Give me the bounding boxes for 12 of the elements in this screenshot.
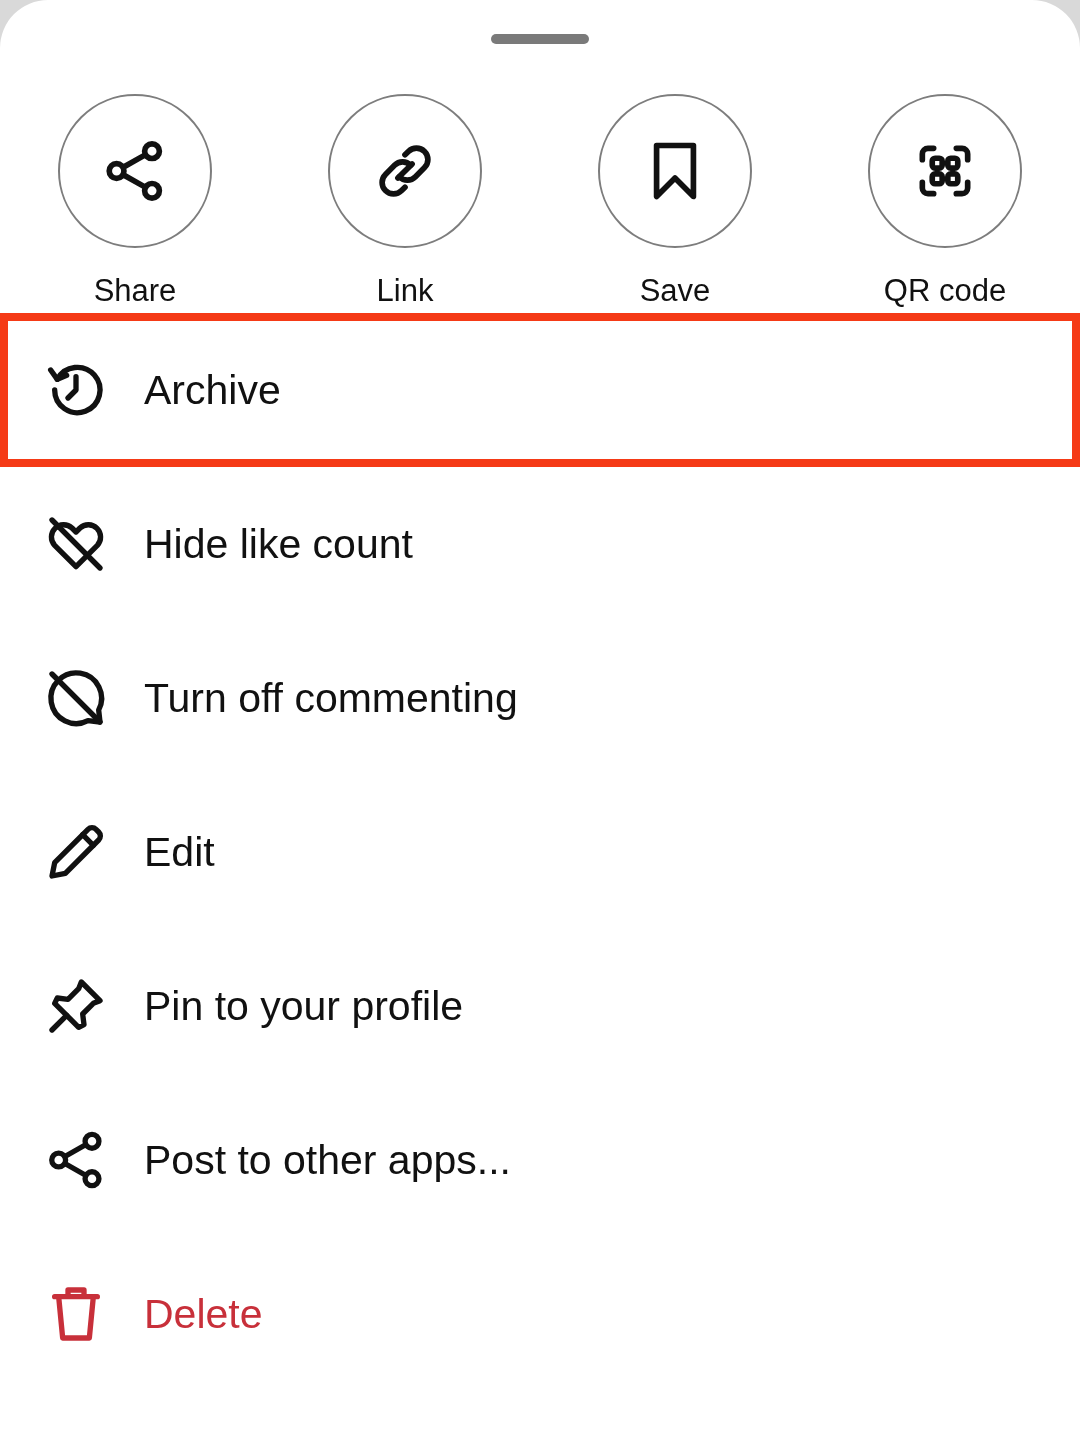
action-label: Share [93,273,177,309]
drag-handle[interactable] [491,34,589,44]
menu-item[interactable]: Archive [0,313,1080,467]
menu-item[interactable]: Hide like count [0,467,1080,621]
menu-item[interactable]: Edit [0,775,1080,929]
menu-item[interactable]: Post to other apps... [0,1083,1080,1237]
menu-item[interactable]: Turn off commenting [0,621,1080,775]
menu-item[interactable]: Pin to your profile [0,929,1080,1083]
action-label: QR code [883,273,1007,309]
action-label: Save [639,273,711,309]
action-label: Link [376,273,434,309]
menu-item[interactable]: Delete [0,1237,1080,1391]
